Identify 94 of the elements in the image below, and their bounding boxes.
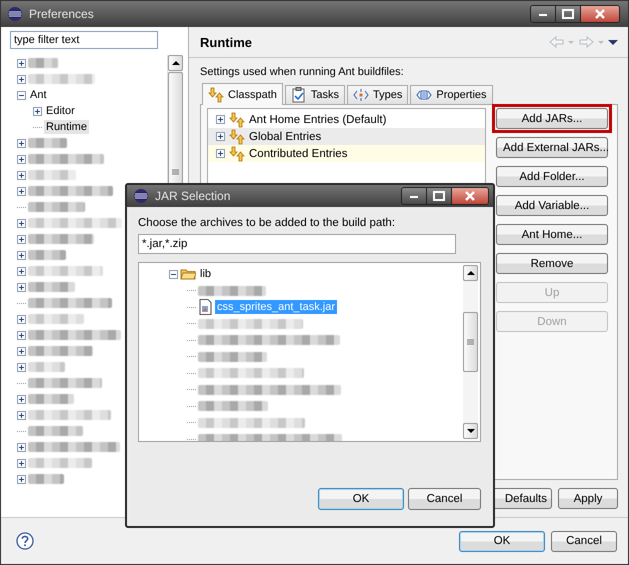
button[interactable]: Remove — [496, 253, 608, 274]
expand-icon[interactable] — [17, 394, 26, 404]
expand-icon[interactable] — [17, 58, 26, 68]
tab[interactable]: Properties — [410, 85, 493, 104]
tab-label: Properties — [436, 89, 487, 101]
expand-icon[interactable] — [216, 149, 225, 158]
expand-icon[interactable] — [216, 115, 225, 124]
down-arrow-icon — [466, 428, 476, 434]
arrows-icon — [229, 112, 245, 128]
scrollbar[interactable] — [463, 265, 478, 439]
filter-field[interactable]: type filter text — [10, 31, 158, 49]
tree-item[interactable]: Editor — [44, 104, 77, 118]
expand-icon[interactable] — [17, 346, 26, 356]
arrows-icon — [229, 128, 245, 144]
scroll-up-button[interactable] — [463, 265, 478, 281]
tab[interactable]: Classpath — [202, 83, 283, 105]
collapse-icon[interactable] — [17, 90, 26, 100]
cancel-button[interactable]: Cancel — [408, 488, 481, 510]
button[interactable]: Ant Home... — [496, 224, 608, 245]
expand-icon[interactable] — [17, 74, 26, 84]
apply-button[interactable]: Apply — [558, 488, 618, 509]
jar-file-icon — [198, 299, 213, 316]
tab-label: Classpath — [228, 88, 277, 100]
classpath-entry[interactable]: Ant Home Entries (Default) — [208, 111, 485, 128]
arrows-icon — [229, 146, 245, 162]
diamond-arrows-icon — [353, 87, 370, 103]
button[interactable]: Add Variable... — [496, 195, 608, 216]
expand-icon[interactable] — [17, 218, 26, 228]
button: Up — [496, 282, 608, 303]
tab-label: Types — [373, 89, 402, 101]
arrows-icon — [208, 86, 224, 102]
filter-field[interactable]: *.jar,*.zip — [138, 234, 456, 254]
entry-label: Ant Home Entries (Default) — [249, 114, 386, 126]
collapse-icon[interactable] — [169, 270, 178, 279]
classpath-entry[interactable]: Global Entries — [208, 128, 485, 145]
minimize-button[interactable] — [402, 188, 426, 204]
minimize-button[interactable] — [531, 6, 555, 22]
window-title: Preferences — [29, 7, 95, 21]
tab[interactable]: Types — [347, 85, 408, 104]
scroll-up-button[interactable] — [168, 55, 183, 71]
up-arrow-icon — [170, 60, 180, 66]
ok-button[interactable]: OK — [459, 530, 545, 552]
close-button[interactable] — [580, 6, 619, 22]
maximize-button[interactable] — [426, 188, 451, 204]
page-title: Runtime — [200, 34, 253, 50]
button[interactable]: Add External JARs... — [496, 137, 608, 158]
expand-icon[interactable] — [17, 314, 26, 324]
expand-icon[interactable] — [17, 138, 26, 148]
entry-label: Global Entries — [249, 130, 322, 142]
maximize-icon — [562, 9, 574, 19]
menu-icon[interactable] — [608, 40, 618, 44]
expand-icon[interactable] — [17, 170, 26, 180]
expand-icon[interactable] — [17, 362, 26, 372]
prompt-text: Choose the archives to be added to the build path: — [138, 217, 396, 229]
expand-icon[interactable] — [17, 186, 26, 196]
expand-icon[interactable] — [17, 282, 26, 292]
close-icon — [594, 9, 606, 19]
close-button[interactable] — [451, 188, 488, 204]
button[interactable]: Add Folder... — [496, 166, 608, 187]
close-icon — [464, 191, 476, 201]
button: Down — [496, 311, 608, 332]
expand-icon[interactable] — [17, 330, 26, 340]
maximize-icon — [433, 191, 445, 201]
cancel-button[interactable]: Cancel — [551, 530, 617, 552]
expand-icon[interactable] — [17, 474, 26, 484]
expand-icon[interactable] — [17, 410, 26, 420]
expand-icon[interactable] — [17, 458, 26, 468]
tree-item[interactable]: Runtime — [44, 120, 89, 134]
expand-icon[interactable] — [17, 234, 26, 244]
tab[interactable]: Tasks — [284, 85, 346, 104]
tab-label: Tasks — [310, 89, 340, 101]
ok-button[interactable]: OK — [318, 488, 404, 510]
expand-icon[interactable] — [33, 106, 42, 116]
grip-icon — [467, 339, 474, 345]
expand-icon[interactable] — [216, 132, 225, 141]
tree-item[interactable]: Ant — [28, 88, 49, 102]
scroll-down-button[interactable] — [463, 423, 478, 439]
classpath-entry[interactable]: Contributed Entries — [208, 145, 485, 162]
up-arrow-icon — [466, 270, 476, 276]
eclipse-icon — [133, 188, 149, 204]
tree-item[interactable]: lib — [198, 267, 214, 282]
expand-icon[interactable] — [17, 154, 26, 164]
expand-icon[interactable] — [17, 250, 26, 260]
window-title: JAR Selection — [155, 189, 232, 203]
eclipse-icon — [7, 6, 23, 22]
help-icon[interactable] — [16, 532, 34, 550]
expand-icon[interactable] — [17, 266, 26, 276]
maximize-button[interactable] — [555, 6, 580, 22]
grip-icon — [172, 169, 179, 175]
entry-label: Contributed Entries — [249, 148, 348, 160]
button[interactable]: Add JARs... — [496, 108, 608, 129]
description-text: Settings used when running Ant buildfiles: — [200, 66, 405, 78]
expand-icon[interactable] — [17, 442, 26, 452]
scroll-thumb[interactable] — [463, 312, 478, 372]
